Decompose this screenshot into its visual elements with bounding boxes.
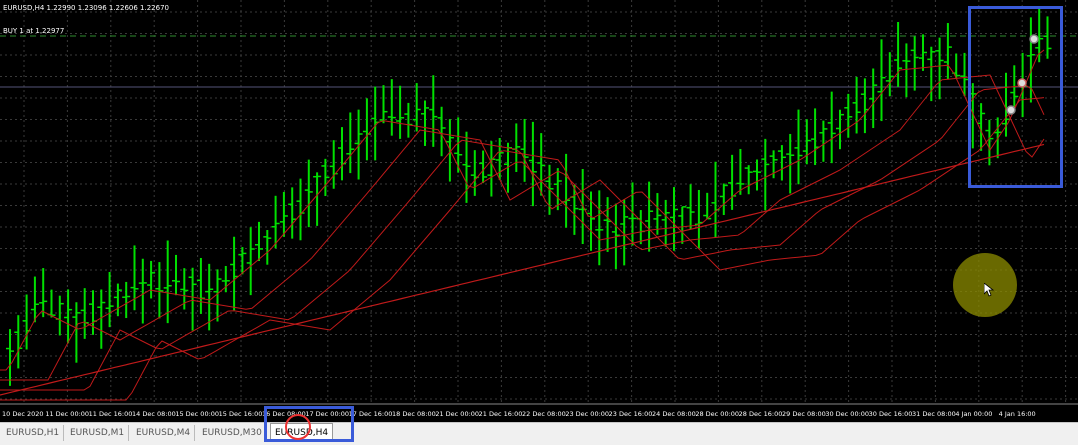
tab-eurusd-m1[interactable]: EURUSD,M1: [66, 425, 130, 441]
time-axis-label: 28 Dec 16:00: [739, 410, 783, 418]
time-axis-label: 22 Dec 08:00: [522, 410, 566, 418]
time-axis-label: 23 Dec 16:00: [609, 410, 653, 418]
tab-eurusd-m4[interactable]: EURUSD,M4: [132, 425, 196, 441]
time-axis-label: 24 Dec 08:00: [652, 410, 696, 418]
recent-candles-highlight: [968, 6, 1063, 188]
time-axis-label: 17 Dec 16:00: [349, 410, 393, 418]
time-axis-label: 4 Jan 00:00: [955, 410, 992, 418]
symbol-header: EURUSD,H4 1.22990 1.23096 1.22606 1.2267…: [3, 4, 169, 12]
time-axis-label: 28 Dec 00:00: [695, 410, 739, 418]
time-axis-label: 23 Dec 00:00: [565, 410, 609, 418]
time-axis-label: 30 Dec 16:00: [869, 410, 913, 418]
arrow-cursor-icon: [984, 283, 994, 297]
time-axis-label: 11 Dec 16:00: [89, 410, 133, 418]
time-axis-label: 15 Dec 00:00: [175, 410, 219, 418]
time-axis-label: 31 Dec 08:00: [912, 410, 956, 418]
tab-eurusd-h1[interactable]: EURUSD,H1: [2, 425, 65, 441]
time-axis-label: 10 Dec 2020: [2, 410, 44, 418]
time-axis-label: 29 Dec 08:00: [782, 410, 826, 418]
buy-order-label: BUY 1 at 1.22977: [3, 27, 65, 35]
tab-eurusd-m30[interactable]: EURUSD,M30: [198, 425, 267, 441]
moving-average-line: [0, 84, 1045, 391]
chart-tabs-bar: EURUSD,H1 EURUSD,M1 EURUSD,M4 EURUSD,M30…: [0, 422, 1078, 445]
time-axis-label: 30 Dec 00:00: [825, 410, 869, 418]
time-axis-label: 18 Dec 08:00: [392, 410, 436, 418]
time-axis-label: 11 Dec 00:00: [45, 410, 89, 418]
chart-canvas: 10 Dec 2020 11 Dec 00:00 11 Dec 16:00 14 De…: [0, 0, 1078, 418]
time-axis-label: 14 Dec 08:00: [132, 410, 176, 418]
time-axis-label: 21 Dec 16:00: [479, 410, 523, 418]
click-indicator: [285, 414, 311, 440]
time-axis-label: 15 Dec 16:00: [219, 410, 263, 418]
time-axis-label: 21 Dec 00:00: [435, 410, 479, 418]
time-axis-label: 4 Jan 16:00: [999, 410, 1036, 418]
price-chart[interactable]: 10 Dec 2020 11 Dec 00:00 11 Dec 16:00 14 De…: [0, 0, 1078, 422]
